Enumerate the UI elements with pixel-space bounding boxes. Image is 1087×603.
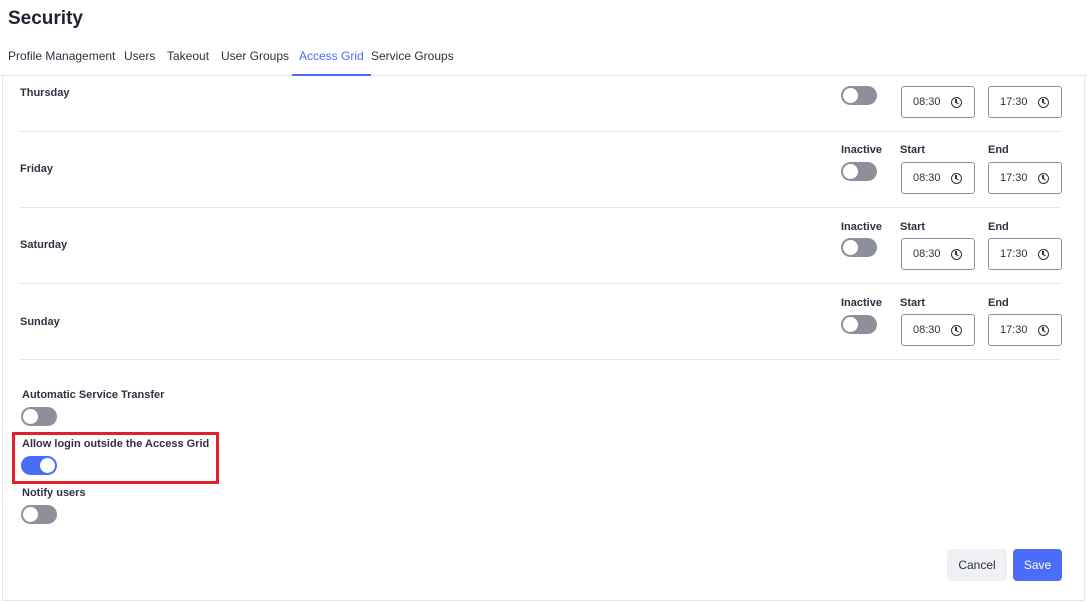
day-row-saturday: Saturday Inactive Start End 08:30 17:30 xyxy=(20,208,1062,284)
inactive-header: Inactive xyxy=(841,221,882,233)
end-header: End xyxy=(988,297,1009,309)
clock-icon[interactable] xyxy=(951,173,962,184)
inactive-header: Inactive xyxy=(841,297,882,309)
save-button[interactable]: Save xyxy=(1013,549,1062,581)
start-time-value: 08:30 xyxy=(913,96,941,108)
day-row-friday: Friday Inactive Start End 08:30 17:30 xyxy=(20,132,1062,208)
day-row-thursday: Thursday 08:30 17:30 xyxy=(20,76,1062,132)
clock-icon[interactable] xyxy=(1038,325,1049,336)
start-time-value: 08:30 xyxy=(913,324,941,336)
end-time-input[interactable]: 17:30 xyxy=(988,314,1062,346)
end-header: End xyxy=(988,221,1009,233)
clock-icon[interactable] xyxy=(1038,97,1049,108)
tab-profile-management[interactable]: Profile Management xyxy=(8,42,115,76)
automatic-service-transfer-label: Automatic Service Transfer xyxy=(22,389,165,401)
tab-users[interactable]: Users xyxy=(124,42,155,76)
tab-bar: Profile Management Users Takeout User Gr… xyxy=(0,42,1087,76)
inactive-toggle[interactable] xyxy=(841,86,877,105)
page-title: Security xyxy=(8,8,83,29)
clock-icon[interactable] xyxy=(951,325,962,336)
cancel-button[interactable]: Cancel xyxy=(947,549,1007,581)
end-time-input[interactable]: 17:30 xyxy=(988,238,1062,270)
start-header: Start xyxy=(900,221,926,233)
tab-service-groups[interactable]: Service Groups xyxy=(371,42,454,76)
clock-icon[interactable] xyxy=(951,97,962,108)
end-header: End xyxy=(988,144,1009,156)
day-label: Sunday xyxy=(20,316,60,328)
inactive-header: Inactive xyxy=(841,144,882,156)
end-time-input[interactable]: 17:30 xyxy=(988,162,1062,194)
start-time-input[interactable]: 08:30 xyxy=(901,86,975,118)
end-time-value: 17:30 xyxy=(1000,324,1028,336)
tab-takeout[interactable]: Takeout xyxy=(167,42,209,76)
end-time-value: 17:30 xyxy=(1000,96,1028,108)
notify-users-toggle[interactable] xyxy=(21,505,57,524)
clock-icon[interactable] xyxy=(1038,173,1049,184)
allow-login-outside-grid-label: Allow login outside the Access Grid xyxy=(22,438,210,450)
start-time-value: 08:30 xyxy=(913,172,941,184)
end-time-input[interactable]: 17:30 xyxy=(988,86,1062,118)
day-row-sunday: Sunday Inactive Start End 08:30 17:30 xyxy=(20,284,1062,360)
start-time-input[interactable]: 08:30 xyxy=(901,238,975,270)
end-time-value: 17:30 xyxy=(1000,172,1028,184)
inactive-toggle[interactable] xyxy=(841,162,877,181)
start-time-input[interactable]: 08:30 xyxy=(901,162,975,194)
inactive-toggle[interactable] xyxy=(841,315,877,334)
start-header: Start xyxy=(900,144,926,156)
clock-icon[interactable] xyxy=(1038,249,1049,260)
start-time-input[interactable]: 08:30 xyxy=(901,314,975,346)
end-time-value: 17:30 xyxy=(1000,248,1028,260)
day-label: Thursday xyxy=(20,87,70,99)
start-header: Start xyxy=(900,297,926,309)
automatic-service-transfer-toggle[interactable] xyxy=(21,407,57,426)
day-label: Friday xyxy=(20,163,54,175)
tab-access-grid[interactable]: Access Grid xyxy=(292,42,371,76)
tab-user-groups[interactable]: User Groups xyxy=(221,42,289,76)
day-label: Saturday xyxy=(20,239,68,251)
inactive-toggle[interactable] xyxy=(841,238,877,257)
allow-login-outside-grid-toggle[interactable] xyxy=(21,456,57,475)
start-time-value: 08:30 xyxy=(913,248,941,260)
clock-icon[interactable] xyxy=(951,249,962,260)
notify-users-label: Notify users xyxy=(22,487,86,499)
